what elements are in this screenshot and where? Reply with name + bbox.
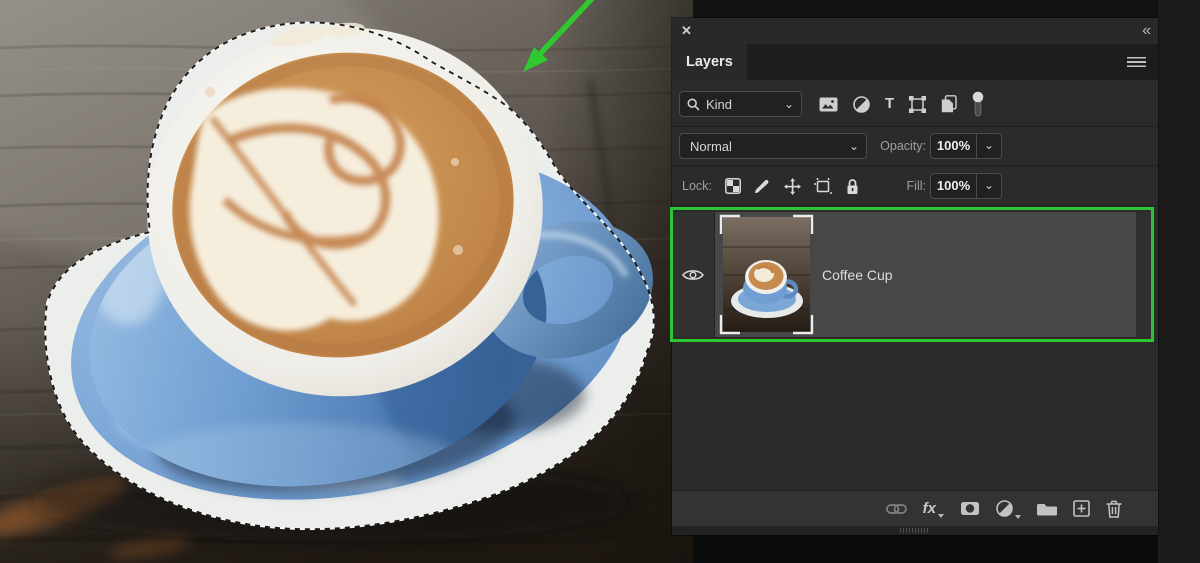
panel-bottom-strip: [672, 526, 1158, 535]
panel-header: ✕ «: [672, 18, 1158, 44]
blend-mode-dropdown[interactable]: Normal ⌄: [679, 133, 867, 159]
thumbnail-selection-corners: [719, 214, 814, 335]
new-layer-button[interactable]: [1073, 500, 1090, 517]
link-layers-button[interactable]: [885, 503, 907, 515]
lock-position-icon[interactable]: [784, 177, 801, 195]
filter-kind-label: Kind: [706, 96, 733, 112]
layer-list: Coffee Cup: [670, 206, 1158, 490]
visibility-cell[interactable]: [672, 212, 715, 337]
lock-transparency-icon[interactable]: [725, 178, 741, 194]
filter-toggle-switch[interactable]: [972, 91, 984, 118]
filter-kind-dropdown[interactable]: Kind ⌄: [679, 91, 802, 117]
filter-adjustment-icon[interactable]: [853, 95, 870, 113]
new-group-button[interactable]: [1037, 501, 1057, 516]
blend-row: Normal ⌄ Opacity: 100% ⌄: [672, 127, 1158, 166]
photoshop-workspace: ✕ « Layers Kind ⌄ T Normal ⌄ Opacity: 10…: [0, 0, 1200, 563]
dropdown-triangle-icon: [1015, 515, 1021, 519]
panel-menu-icon[interactable]: [1127, 57, 1146, 68]
layer-row-end: [1136, 212, 1151, 337]
add-mask-button[interactable]: [960, 501, 980, 516]
lock-all-icon[interactable]: [845, 178, 860, 195]
chevron-down-icon[interactable]: ⌄: [976, 174, 1001, 198]
filter-shape-icon[interactable]: [909, 95, 927, 113]
mask-icon: [961, 502, 979, 515]
close-icon[interactable]: ✕: [681, 23, 692, 39]
filter-row: Kind ⌄ T: [672, 80, 1158, 127]
fill-label: Fill:: [906, 179, 926, 193]
lock-label: Lock:: [682, 179, 712, 193]
blend-mode-value: Normal: [690, 138, 732, 154]
fill-field[interactable]: 100% ⌄: [930, 173, 1002, 199]
layer-thumbnail[interactable]: [719, 213, 814, 336]
resize-grip[interactable]: [900, 528, 930, 533]
app-background-right: [1158, 0, 1200, 563]
opacity-field[interactable]: 100% ⌄: [930, 133, 1002, 159]
app-background-top: [693, 0, 1158, 18]
opacity-label: Opacity:: [880, 139, 926, 153]
chevron-down-icon: ⌄: [848, 139, 859, 153]
document-canvas[interactable]: [0, 0, 694, 563]
lock-row: Lock: Fill: 100% ⌄: [672, 166, 1158, 206]
eye-icon[interactable]: [682, 268, 704, 282]
layer-name[interactable]: Coffee Cup: [822, 212, 893, 337]
trash-icon: [1106, 500, 1122, 518]
delete-layer-button[interactable]: [1106, 500, 1122, 518]
layers-panel: ✕ « Layers Kind ⌄ T Normal ⌄ Opacity: 10…: [670, 18, 1158, 535]
coffee-photo: [0, 0, 694, 563]
chevron-down-icon: ⌄: [783, 97, 794, 111]
chevron-down-icon[interactable]: ⌄: [976, 134, 1001, 158]
layer-style-button[interactable]: fx: [922, 500, 944, 518]
folder-icon: [1037, 504, 1057, 516]
filter-smart-object-icon[interactable]: [941, 95, 957, 113]
layer-row-coffee-cup[interactable]: Coffee Cup: [672, 212, 1151, 337]
filter-image-icon[interactable]: [819, 97, 838, 112]
adjustment-layer-button[interactable]: [996, 500, 1021, 519]
filter-type-icon[interactable]: T: [885, 96, 894, 112]
lock-pixels-icon[interactable]: [754, 178, 771, 194]
collapse-panel-icon[interactable]: «: [1142, 20, 1151, 42]
panel-tab-row: Layers: [672, 44, 1158, 80]
opacity-value[interactable]: 100%: [931, 134, 976, 158]
dropdown-triangle-icon: [938, 514, 944, 518]
adjustment-icon: [996, 500, 1013, 517]
new-layer-icon: [1073, 500, 1090, 517]
fx-icon: fx: [922, 500, 936, 517]
link-icon: [885, 503, 907, 514]
lock-artboard-icon[interactable]: [814, 177, 832, 195]
fill-value[interactable]: 100%: [931, 174, 976, 198]
panel-footer: fx: [672, 490, 1158, 526]
app-background-bottom: [693, 535, 1158, 563]
search-icon: [687, 97, 700, 111]
tab-layers[interactable]: Layers: [672, 44, 747, 80]
